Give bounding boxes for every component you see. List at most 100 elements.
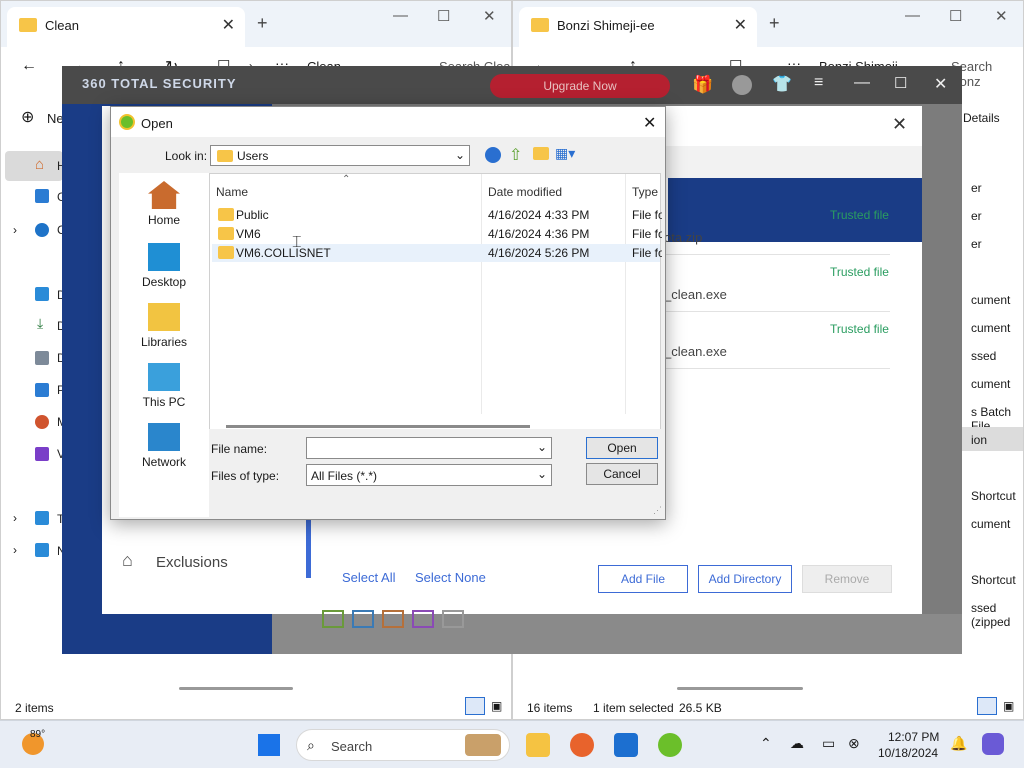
chevron-up-icon[interactable]: ⌃: [760, 735, 772, 752]
expand-icon[interactable]: ›: [13, 511, 17, 525]
close-icon[interactable]: ✕: [995, 7, 1008, 25]
list-item[interactable]: cument: [971, 377, 1010, 391]
menu-icon[interactable]: ≡: [814, 74, 823, 92]
place-network[interactable]: Network: [119, 423, 209, 469]
select-none-link[interactable]: Select None: [415, 570, 486, 585]
close-icon[interactable]: ✕: [934, 74, 947, 94]
resize-grip-icon[interactable]: ⋰: [653, 505, 662, 516]
copilot-icon[interactable]: [982, 733, 1004, 755]
new-tab-icon[interactable]: +: [769, 13, 780, 34]
column-header-date[interactable]: Date modified: [488, 185, 562, 199]
file-explorer-icon[interactable]: [526, 733, 550, 757]
new-tab-icon[interactable]: +: [257, 13, 268, 34]
clock-time[interactable]: 12:07 PM: [888, 730, 939, 744]
tab-clean[interactable]: Clean ✕: [7, 7, 245, 47]
trusted-file-name: ota.zip: [664, 230, 703, 245]
column-header-name[interactable]: Name: [216, 185, 248, 199]
close-icon[interactable]: ✕: [483, 7, 496, 25]
place-this-pc[interactable]: This PC: [119, 363, 209, 409]
new-folder-icon[interactable]: [533, 147, 549, 160]
maximize-icon[interactable]: ☐: [437, 7, 450, 25]
tool-icon[interactable]: [382, 610, 404, 628]
places-bar: Home Desktop Libraries This PC Network: [119, 173, 209, 517]
remove-button[interactable]: Remove: [802, 565, 892, 593]
firefox-icon[interactable]: [570, 733, 594, 757]
network-status-icon[interactable]: ☁: [790, 735, 804, 752]
view-menu-icon[interactable]: ▦▾: [555, 145, 575, 162]
chevron-down-icon: ⌄: [537, 467, 548, 481]
new-icon[interactable]: ⊕: [21, 107, 34, 127]
tab-bonzi[interactable]: Bonzi Shimeji-ee ✕: [519, 7, 757, 47]
list-item[interactable]: cument: [971, 321, 1010, 335]
notification-bell-icon[interactable]: 🔔: [950, 735, 967, 752]
list-item[interactable]: cument: [971, 293, 1010, 307]
tool-icon[interactable]: [412, 610, 434, 628]
details-pane-button[interactable]: Details: [963, 111, 1000, 125]
maximize-icon[interactable]: ☐: [949, 7, 962, 25]
list-item[interactable]: Shortcut: [971, 489, 1016, 503]
horizontal-scrollbar[interactable]: [226, 425, 530, 428]
list-item[interactable]: ion: [971, 433, 987, 447]
select-all-link[interactable]: Select All: [342, 570, 395, 585]
list-item[interactable]: er: [971, 237, 982, 251]
search-box[interactable]: ⌕ Search: [296, 729, 510, 761]
minimize-icon[interactable]: —: [393, 7, 408, 24]
column-header-type[interactable]: Type: [632, 185, 658, 199]
folder-row[interactable]: VM6 4/16/2024 4:36 PM File fo: [212, 225, 662, 243]
back-icon[interactable]: ←: [21, 57, 37, 75]
close-tab-icon[interactable]: ✕: [734, 15, 747, 35]
add-directory-button[interactable]: Add Directory: [698, 565, 792, 593]
place-desktop[interactable]: Desktop: [119, 243, 209, 289]
upgrade-button[interactable]: Upgrade Now: [490, 74, 670, 98]
start-icon[interactable]: [258, 734, 280, 756]
security-app-icon[interactable]: [658, 733, 682, 757]
shirt-icon[interactable]: 👕: [772, 74, 792, 94]
tab-bar: Clean ✕ + — ☐ ✕: [1, 1, 511, 47]
expand-icon[interactable]: ›: [13, 543, 17, 557]
dialog-close-icon[interactable]: ✕: [643, 113, 656, 133]
back-icon[interactable]: [485, 147, 501, 163]
folder-row[interactable]: VM6.COLLISNET 4/16/2024 5:26 PM File fo: [212, 244, 662, 262]
tiles-view-icon[interactable]: ▣: [491, 699, 502, 713]
details-view-icon[interactable]: [977, 697, 997, 715]
close-tab-icon[interactable]: ✕: [222, 15, 235, 35]
scrollbar[interactable]: [677, 687, 803, 690]
folder-row[interactable]: Public 4/16/2024 4:33 PM File fo: [212, 206, 662, 224]
clock-date[interactable]: 10/18/2024: [878, 746, 938, 760]
selected-row[interactable]: [953, 427, 1023, 451]
avatar[interactable]: [732, 75, 752, 95]
file-name-input[interactable]: ⌄: [306, 437, 552, 459]
minimize-icon[interactable]: —: [905, 7, 920, 24]
list-item[interactable]: er: [971, 181, 982, 195]
list-item[interactable]: ssed (zipped: [971, 601, 1023, 629]
files-of-type-select[interactable]: All Files (*.*) ⌄: [306, 464, 552, 486]
defender-icon[interactable]: [614, 733, 638, 757]
place-home[interactable]: Home: [119, 181, 209, 227]
tiles-view-icon[interactable]: ▣: [1003, 699, 1014, 713]
folder-icon: [19, 18, 37, 32]
open-button[interactable]: Open: [586, 437, 658, 459]
tool-icon[interactable]: [442, 610, 464, 628]
maximize-icon[interactable]: ☐: [894, 74, 907, 92]
tool-icon[interactable]: [322, 610, 344, 628]
volume-icon[interactable]: ⊗: [848, 735, 860, 752]
gift-icon[interactable]: 🎁: [692, 75, 713, 95]
up-folder-icon[interactable]: ⇧: [509, 145, 522, 165]
add-file-button[interactable]: Add File: [598, 565, 688, 593]
cancel-button[interactable]: Cancel: [586, 463, 658, 485]
place-libraries[interactable]: Libraries: [119, 303, 209, 349]
list-item[interactable]: ssed: [971, 349, 996, 363]
list-item[interactable]: Shortcut: [971, 573, 1016, 587]
list-item[interactable]: cument: [971, 517, 1010, 531]
exclusions-menu-item[interactable]: Exclusions: [156, 554, 228, 571]
scrollbar[interactable]: [179, 687, 293, 690]
minimize-icon[interactable]: —: [854, 74, 870, 92]
expand-icon[interactable]: ›: [13, 223, 17, 237]
details-view-icon[interactable]: [465, 697, 485, 715]
look-in-select[interactable]: Users ⌄: [210, 145, 470, 166]
list-item[interactable]: er: [971, 209, 982, 223]
tool-icon[interactable]: [352, 610, 374, 628]
display-icon[interactable]: ▭: [822, 735, 835, 752]
chevron-down-icon[interactable]: ⌄: [537, 440, 547, 454]
panel-close-icon[interactable]: ✕: [892, 114, 907, 135]
